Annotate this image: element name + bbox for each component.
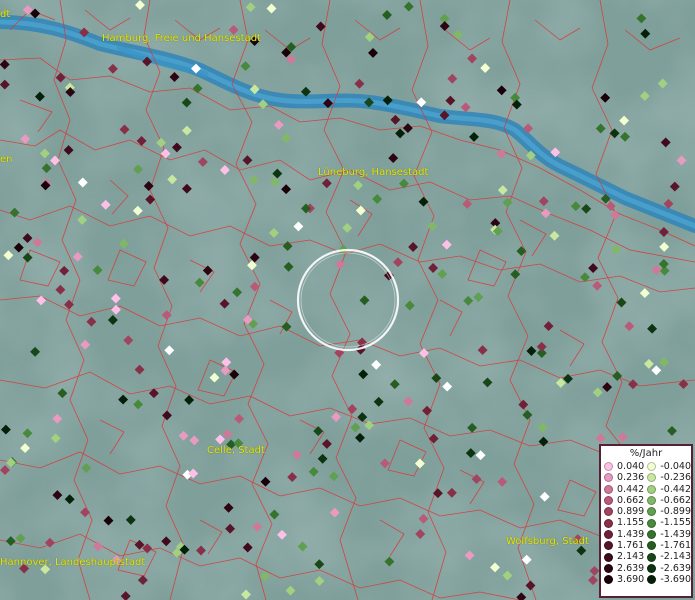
legend-positive-value: 0.442 [617,483,645,495]
legend-positive-value: 1.761 [617,540,645,552]
legend-positive-swatch [604,529,613,539]
legend-negative-value: -2.639 [660,562,691,574]
legend-negative-value: -3.690 [660,573,691,585]
legend-negative-swatch [647,575,657,585]
legend-positive-swatch [604,462,613,472]
legend-negative-row: -1.761 [647,540,691,551]
legend-positive-row: 2.639 [604,563,647,574]
edge-label-left: en [0,154,13,165]
legend-negative-row: -2.143 [647,551,691,562]
legend-negative-row: -1.439 [647,529,691,540]
city-label-hannover: Hannover, Landeshauptstadt [0,557,146,568]
legend-positive-swatch [604,563,613,573]
edge-label-top-left: dt [0,9,11,20]
legend-negative-value: -1.439 [660,528,691,540]
legend-positive-value: 1.439 [617,528,645,540]
city-label-lueneburg: Lüneburg, Hansestadt [318,167,429,178]
legend-positive-row: 0.442 [604,484,647,495]
legend-negative-value: -1.155 [660,517,691,529]
legend-negative-value: -0.236 [660,472,691,484]
legend-negative-value: -0.442 [660,483,691,495]
legend-negative-row: -2.639 [647,563,691,574]
legend-positive-swatch [604,541,613,551]
legend-positive-swatch [604,518,613,528]
legend-positive-value: 0.236 [617,472,645,484]
legend-negative-swatch [647,518,657,528]
legend-positive-swatch [604,575,613,585]
legend-negative-swatch [647,473,657,483]
legend-positive-row: 1.761 [604,540,647,551]
legend-negative-swatch [647,507,657,517]
legend-negative-swatch [647,541,657,551]
legend-positive-value: 0.040 [617,461,645,472]
legend-positive-value: 2.639 [617,562,645,574]
legend-positive-row: 0.236 [604,472,647,483]
legend-negative-swatch [647,529,657,539]
legend-positive-swatch [604,473,613,483]
legend-positive-row: 3.690 [604,574,647,585]
legend-negative-row: -0.442 [647,484,691,495]
legend-positive-row: 1.439 [604,529,647,540]
terrain-texture [0,0,695,600]
legend-negative-value: -1.761 [660,540,691,552]
legend-positive-row: 0.899 [604,506,647,517]
map-layer[interactable] [0,0,695,600]
legend-negative-swatch [647,496,657,506]
legend-positive-row: 0.662 [604,495,647,506]
legend: %/Jahr 0.040 0.236 0.442 0.662 0.899 1.155 1.4… [599,444,693,598]
city-label-wolfsburg: Wolfsburg, Stadt [506,536,589,547]
legend-negative-column: -0.040 -0.236 -0.442 -0.662 -0.899 -1.155 -1.4… [647,461,691,585]
legend-positive-swatch [604,507,613,517]
legend-positive-swatch [604,552,613,562]
legend-positive-value: 0.899 [617,506,645,518]
legend-title: %/Jahr [629,448,663,459]
legend-negative-row: -0.662 [647,495,691,506]
legend-negative-row: -3.690 [647,574,691,585]
city-label-hamburg: Hamburg, Freie und Hansestadt [102,33,261,44]
legend-positive-value: 3.690 [617,573,645,585]
legend-positive-row: 0.040 [604,461,647,472]
legend-negative-row: -1.155 [647,517,691,528]
legend-negative-row: -0.040 [647,461,691,472]
legend-negative-swatch [647,462,657,472]
legend-negative-swatch [647,484,657,494]
legend-negative-row: -0.899 [647,506,691,517]
legend-positive-swatch [604,496,613,506]
legend-negative-value: -0.899 [660,506,691,518]
legend-positive-value: 2.143 [617,551,645,563]
legend-negative-value: -2.143 [660,551,691,563]
legend-negative-swatch [647,552,657,562]
city-label-celle: Celle, Stadt [207,445,265,456]
legend-negative-swatch [647,563,657,573]
legend-positive-swatch [604,484,613,494]
map-canvas[interactable]: Hamburg, Freie und Hansestadt Lüneburg, … [0,0,695,600]
legend-positive-value: 1.155 [617,517,645,529]
legend-negative-value: -0.662 [660,494,691,506]
legend-positive-column: 0.040 0.236 0.442 0.662 0.899 1.155 1.439 1.761… [604,461,647,585]
legend-negative-value: -0.040 [660,461,691,472]
legend-positive-row: 1.155 [604,517,647,528]
legend-positive-row: 2.143 [604,551,647,562]
legend-positive-value: 0.662 [617,494,645,506]
legend-negative-row: -0.236 [647,472,691,483]
